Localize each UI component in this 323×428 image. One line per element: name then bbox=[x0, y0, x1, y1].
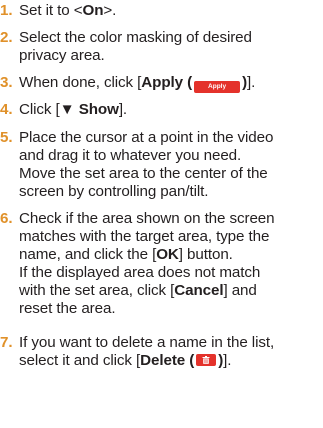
step-text-part: When done, click [ bbox=[19, 74, 142, 91]
step-text-part: Click [ bbox=[19, 101, 60, 118]
step-line: matches with the target area, type the bbox=[19, 228, 270, 245]
step-line: Place the cursor at a point in the video bbox=[19, 129, 274, 146]
step-line: If the displayed area does not match bbox=[19, 264, 261, 281]
step-text: Place the cursor at a point in the video… bbox=[19, 129, 323, 201]
step-text-part: with the set area, click [ bbox=[19, 282, 175, 299]
step-text-part: Set it to < bbox=[19, 2, 83, 19]
step-text: If you want to delete a name in the list… bbox=[19, 334, 323, 370]
step-text: Check if the area shown on the screen ma… bbox=[19, 210, 323, 318]
step-line: If you want to delete a name in the list… bbox=[19, 334, 275, 351]
step-text: Select the color masking of desired priv… bbox=[19, 29, 323, 65]
bold-term: ▼ Show bbox=[59, 101, 119, 118]
step-text: Click [▼ Show]. bbox=[19, 101, 323, 119]
step-line: and drag it to whatever you need. bbox=[19, 147, 242, 164]
step-line: reset the area. bbox=[19, 300, 116, 317]
bold-term: OK bbox=[156, 246, 179, 263]
bold-term: Delete ( bbox=[140, 352, 195, 369]
step-line: Check if the area shown on the screen bbox=[19, 210, 275, 227]
bold-term: Cancel bbox=[174, 282, 224, 299]
step-text-part: select it and click [ bbox=[19, 352, 141, 369]
step-line: Select the color masking of desired bbox=[19, 29, 252, 46]
bold-term: Apply ( bbox=[141, 74, 193, 91]
step-text-part: ]. bbox=[247, 74, 256, 91]
step-line: screen by controlling pan/tilt. bbox=[19, 183, 209, 200]
step-text-part: ] button. bbox=[178, 246, 233, 263]
step-text-part: >. bbox=[103, 2, 117, 19]
step-text: Set it to <On>. bbox=[19, 2, 323, 20]
step-text-part: ]. bbox=[223, 352, 232, 369]
step-text-part: name, and click the [ bbox=[19, 246, 157, 263]
step-text-part: ] and bbox=[223, 282, 257, 299]
bold-term: On bbox=[82, 2, 104, 19]
step-line: Move the set area to the center of the bbox=[19, 165, 268, 182]
apply-button-image: Apply bbox=[194, 81, 241, 93]
trash-icon bbox=[196, 354, 217, 366]
step-text-part: ]. bbox=[118, 101, 128, 118]
step-line: privacy area. bbox=[19, 47, 105, 64]
step-text: When done, click [Apply (Apply)]. bbox=[19, 74, 323, 93]
